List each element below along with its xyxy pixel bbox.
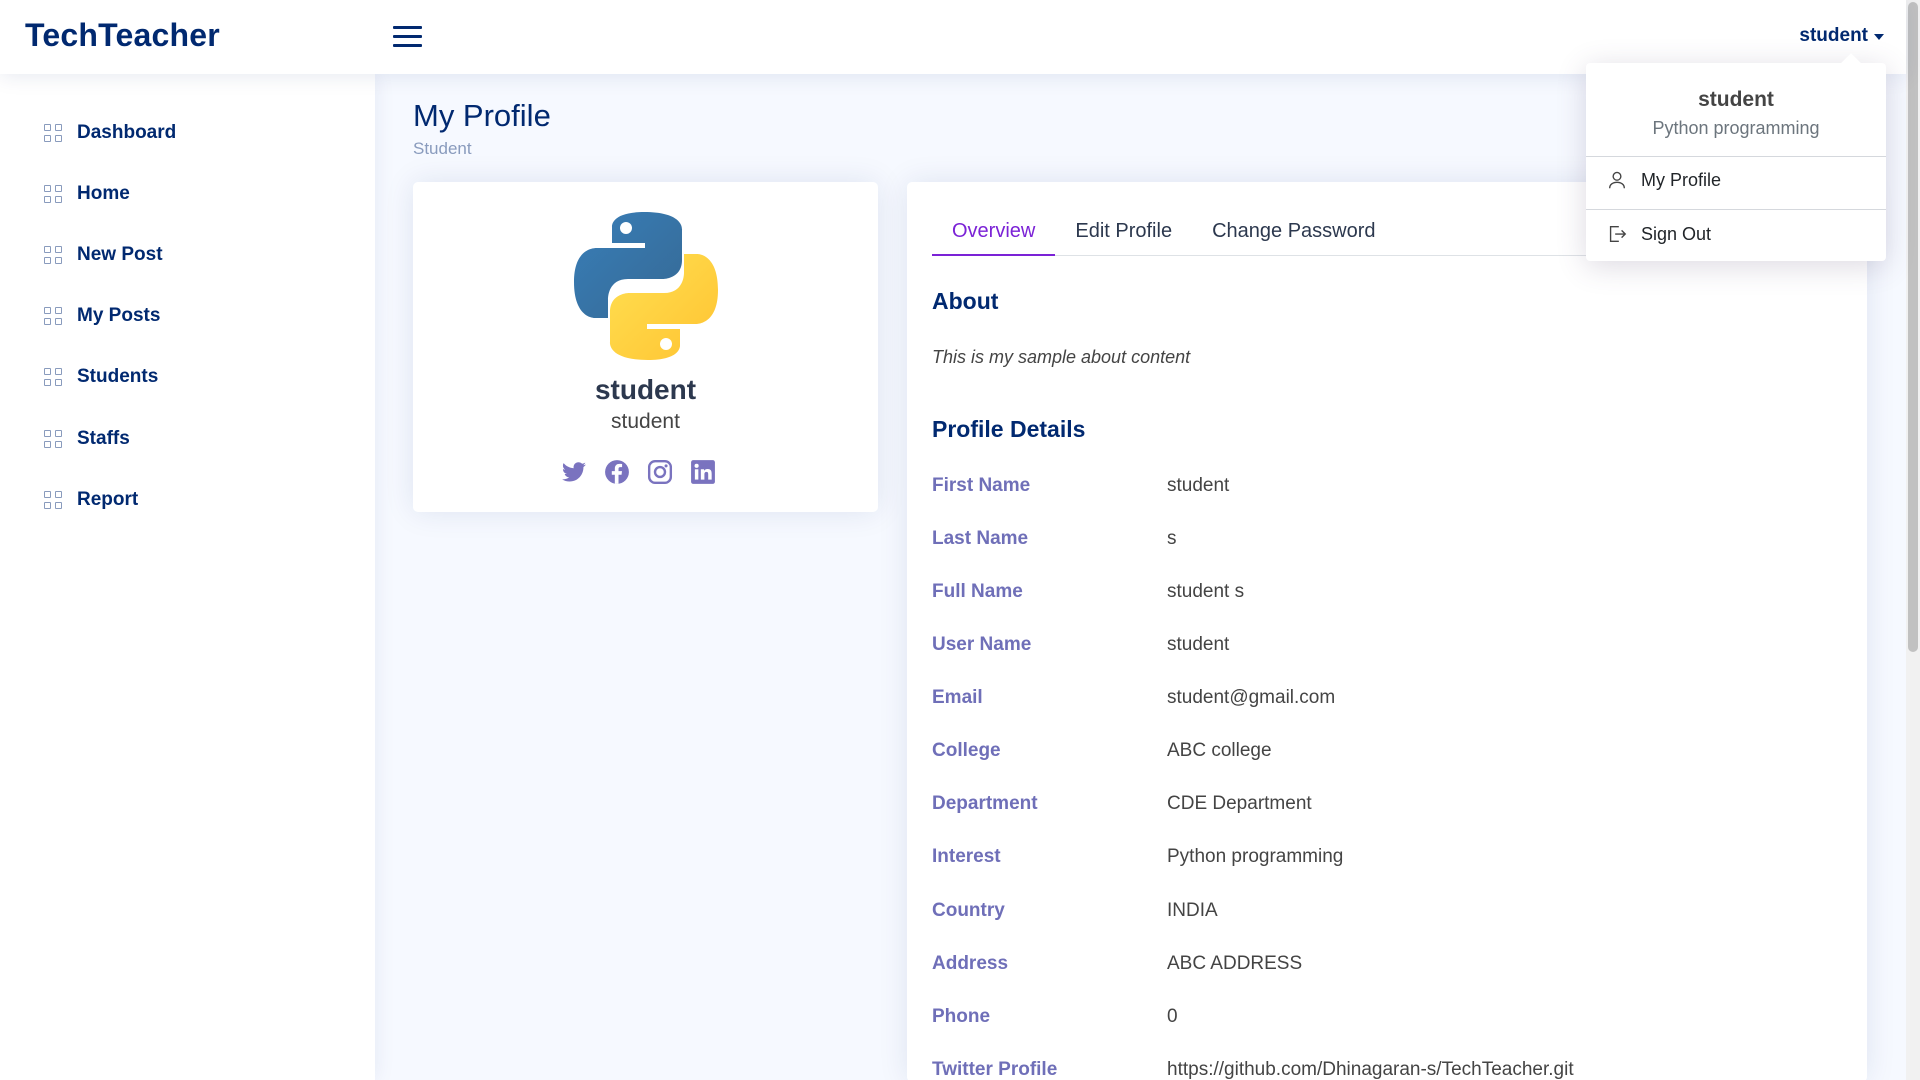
detail-value: student [1167, 475, 1230, 496]
sidebar-item-label: My Posts [77, 305, 161, 327]
detail-row-email: Email student@gmail.com [932, 687, 1335, 713]
sidebar-item-dashboard[interactable]: Dashboard [0, 102, 375, 163]
social-links [561, 459, 716, 485]
sidebar-item-report[interactable]: Report [0, 469, 375, 530]
sign-out-icon [1609, 225, 1627, 243]
tab-edit-profile[interactable]: Edit Profile [1055, 209, 1192, 256]
detail-value[interactable]: https://github.com/Dhinagaran-s/TechTeac… [1167, 1059, 1574, 1080]
detail-row-college: College ABC college [932, 740, 1272, 766]
detail-value: ABC college [1167, 740, 1272, 761]
sidebar-item-students[interactable]: Students [0, 347, 375, 408]
sidebar-item-new-post[interactable]: New Post [0, 224, 375, 285]
twitter-icon[interactable] [561, 459, 587, 485]
user-dropdown-menu: student Python programming My Profile Si… [1586, 63, 1886, 261]
detail-row-country: Country INDIA [932, 900, 1218, 926]
profile-details-card: Overview Edit Profile Change Password Ab… [907, 182, 1867, 1080]
detail-value: CDE Department [1167, 793, 1312, 814]
about-title: About [932, 288, 999, 314]
dropdown-item-my-profile[interactable]: My Profile [1586, 157, 1886, 203]
grid-icon [44, 123, 62, 142]
user-menu-label: student [1799, 25, 1868, 46]
grid-icon [44, 368, 62, 387]
detail-label: Address [932, 953, 1009, 974]
about-text: This is my sample about content [932, 347, 1191, 367]
detail-label: Phone [932, 1006, 991, 1027]
sidebar-item-home[interactable]: Home [0, 163, 375, 224]
detail-row-twitter-profile: Twitter Profile https://github.com/Dhina… [932, 1059, 1574, 1080]
sidebar-item-label: Staffs [77, 427, 130, 449]
detail-label: College [932, 740, 1001, 761]
profile-name: student [594, 374, 697, 405]
sidebar-item-label: New Post [77, 243, 163, 265]
detail-value: student@gmail.com [1167, 687, 1336, 708]
page-title: My Profile [413, 98, 551, 133]
sidebar-item-label: Home [77, 182, 130, 204]
facebook-icon[interactable] [604, 459, 630, 485]
tab-overview[interactable]: Overview [932, 209, 1056, 256]
instagram-icon[interactable] [647, 459, 673, 485]
profile-details-title: Profile Details [932, 416, 1086, 442]
dropdown-item-label: Sign Out [1641, 223, 1712, 244]
app-logo[interactable]: TechTeacher [25, 17, 220, 54]
sidebar-item-label: Report [77, 488, 139, 510]
detail-row-phone: Phone 0 [932, 1006, 1178, 1032]
sidebar-item-label: Dashboard [77, 121, 177, 143]
detail-value: 0 [1167, 1006, 1178, 1027]
detail-label: Interest [932, 846, 1001, 867]
grid-icon [44, 490, 62, 509]
user-menu-toggle[interactable]: student [1799, 25, 1884, 47]
scrollbar-thumb[interactable] [1908, 2, 1918, 652]
python-logo-icon [574, 212, 718, 360]
caret-down-icon [1874, 34, 1884, 40]
page-scrollbar[interactable] [1906, 0, 1920, 1080]
detail-value: ABC ADDRESS [1167, 953, 1303, 974]
sidebar: Dashboard Home New Post My Posts Student… [0, 74, 375, 1080]
detail-value: INDIA [1167, 900, 1218, 921]
dropdown-header: student Python programming [1586, 88, 1886, 139]
detail-row-department: Department CDE Department [932, 793, 1312, 819]
detail-value: s [1167, 528, 1177, 549]
detail-label: Last Name [932, 528, 1029, 549]
grid-icon [44, 184, 62, 203]
breadcrumb[interactable]: Student [413, 139, 472, 159]
detail-row-interest: Interest Python programming [932, 846, 1343, 872]
grid-icon [44, 245, 62, 264]
detail-row-address: Address ABC ADDRESS [932, 953, 1302, 979]
tab-change-password[interactable]: Change Password [1192, 209, 1395, 256]
profile-card: student student [413, 182, 878, 512]
dropdown-item-sign-out[interactable]: Sign Out [1586, 211, 1886, 257]
detail-value: student s [1167, 581, 1245, 602]
detail-row-first-name: First Name student [932, 475, 1229, 501]
linkedin-icon[interactable] [690, 459, 716, 485]
detail-row-last-name: Last Name s [932, 528, 1177, 554]
dropdown-user-subtitle: Python programming [1652, 118, 1820, 138]
sidebar-item-label: Students [77, 366, 159, 388]
detail-label: Department [932, 793, 1038, 814]
sidebar-item-staffs[interactable]: Staffs [0, 408, 375, 469]
detail-label: Country [932, 900, 1005, 921]
profile-role: student [611, 410, 680, 433]
detail-row-user-name: User Name student [932, 634, 1229, 660]
dropdown-item-label: My Profile [1641, 169, 1722, 190]
detail-label: Twitter Profile [932, 1059, 1058, 1080]
person-icon [1608, 171, 1626, 189]
detail-label: First Name [932, 475, 1031, 496]
sidebar-item-my-posts[interactable]: My Posts [0, 286, 375, 347]
grid-icon [44, 307, 62, 326]
detail-row-full-name: Full Name student s [932, 581, 1244, 607]
menu-toggle-icon[interactable] [393, 24, 422, 49]
grid-icon [44, 429, 62, 448]
dropdown-user-name: student [1698, 88, 1774, 111]
detail-value: Python programming [1167, 846, 1344, 867]
detail-label: Email [932, 687, 983, 708]
detail-label: User Name [932, 634, 1032, 655]
detail-value: student [1167, 634, 1230, 655]
dropdown-divider [1586, 209, 1886, 210]
detail-label: Full Name [932, 581, 1023, 602]
